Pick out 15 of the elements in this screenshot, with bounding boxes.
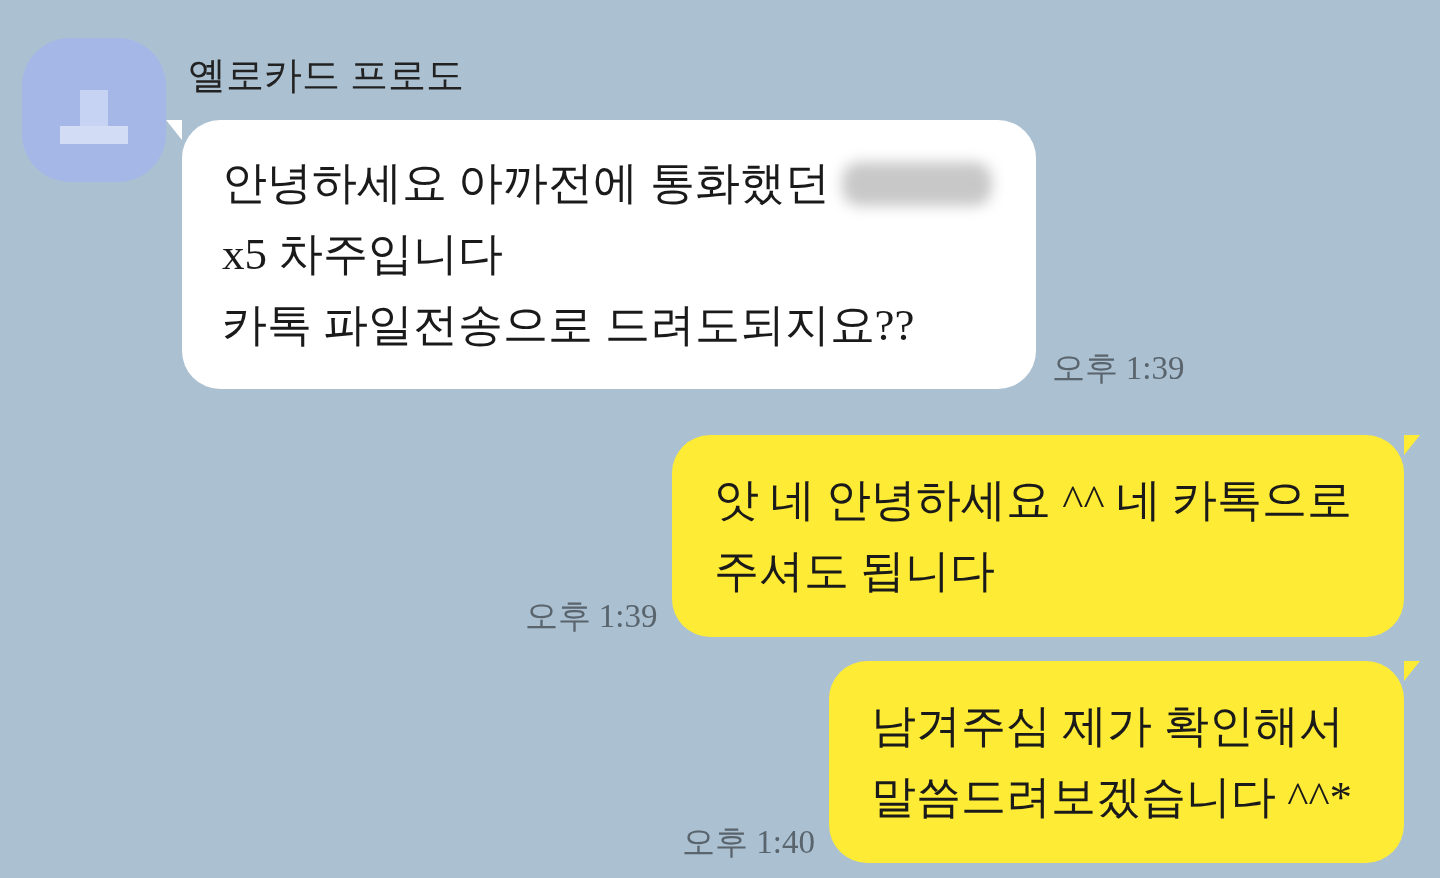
- message-time: 오후 1:39: [523, 600, 659, 633]
- message-text: 남겨주심 제가 확인해서: [871, 700, 1344, 753]
- message-text: 안녕하세요 아까전에 통화했던: [222, 157, 830, 210]
- message-time: 오후 1:39: [1050, 352, 1186, 385]
- bubble-tail-icon: [1404, 661, 1420, 681]
- message-text: 주셔도 됩니다: [713, 545, 995, 598]
- avatar-icon[interactable]: [22, 38, 166, 182]
- bubble-tail-icon: [166, 120, 182, 140]
- bubble-tail-icon: [1404, 435, 1420, 455]
- message-text: x5 차주입니다: [222, 228, 504, 281]
- message-text: 앗 네 안녕하세요 ^^ 네 카톡으로: [713, 474, 1352, 527]
- message-time: 오후 1:40: [681, 826, 816, 859]
- message-text: 카톡 파일전송으로 드려도되지요??: [222, 299, 915, 352]
- contact-name: 옐로카드 프로도: [188, 56, 465, 94]
- message-text: 말씀드려보겠습니다 ^^*: [871, 771, 1352, 824]
